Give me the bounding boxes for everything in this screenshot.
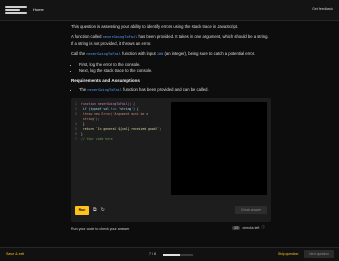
get-feedback-link[interactable]: Get feedback [312,7,333,11]
question-intro: This question is assessing your ability … [71,24,239,29]
progress-bar [163,254,193,256]
task-item: Next, log the stack trace to the console… [79,68,271,74]
skip-question-link[interactable]: Skip question [278,252,298,256]
code-text: } [81,122,85,126]
console-output [171,102,267,195]
requirement-item: The neverGoingToFail function has been p… [79,87,271,93]
question-paragraph-2: A function called neverGoingToFail has b… [71,34,271,47]
question-content: This question is assessing your ability … [71,24,271,98]
progress-text: 7 / 8 [149,252,156,256]
question-paragraph-3: Call the neverGoingToFail function with … [71,51,271,57]
code-text: string'); [81,117,100,121]
checks-left-label: checks left [242,225,260,230]
text: A function called [71,34,103,40]
footer-bar: Save & exit 7 / 8 Skip question Next que… [0,247,339,261]
checks-left: 3/3 checks left ⓘ [232,225,265,230]
function-name-code: neverGoingToFail [102,35,138,40]
requirements-heading: Requirements and Assumptions [71,78,140,84]
code-editor[interactable]: 1 function neverGoingToFail() { 2 if (typ… [75,102,165,194]
function-name-code: neverGoingToFail [87,88,123,93]
code-editor-panel: 1 function neverGoingToFail() { 2 if (typ… [71,98,271,222]
code-text: return `In general ${val} received good!… [81,127,162,131]
code-text: // Your code here [81,137,113,141]
requirements-list: The neverGoingToFail function has been p… [71,87,271,93]
run-button[interactable]: Run [75,205,89,215]
code-text: } [81,132,83,136]
text: function has been provided and can be ca… [122,87,209,93]
code-text: if (typeof val !== 'string') { [81,107,139,111]
task-list: First, log the error to the console. Nex… [71,62,271,75]
info-icon[interactable]: ⓘ [261,225,265,230]
checks-count-badge: 3/3 [232,225,241,230]
save-exit-link[interactable]: Save & exit [6,252,24,256]
text: (an integer), being sure to catch a pote… [163,51,256,57]
editor-controls: Run ⧉ ↻ [75,205,105,215]
progress-fill [163,254,180,256]
logo[interactable] [5,6,27,14]
reset-icon[interactable]: ↻ [101,207,105,213]
home-link[interactable]: Home [33,7,44,12]
function-name-code: neverGoingToFail [86,52,121,57]
text: Call the [71,51,87,57]
run-hint: Run your code to check your answer [71,227,130,231]
code-line: 5 return `In general ${val} received goo… [75,127,165,132]
text: function with input [121,51,157,57]
copy-icon[interactable]: ⧉ [93,207,97,213]
top-bar: Home Get feedback [0,0,339,21]
code-text: throw new Error('Argument must be a [81,112,149,116]
code-line: 7// Your code here [75,137,165,142]
code-text: function neverGoingToFail() { [81,102,136,106]
check-answer-button[interactable]: Check answer [235,206,267,214]
next-question-button[interactable]: Next question [304,250,334,258]
